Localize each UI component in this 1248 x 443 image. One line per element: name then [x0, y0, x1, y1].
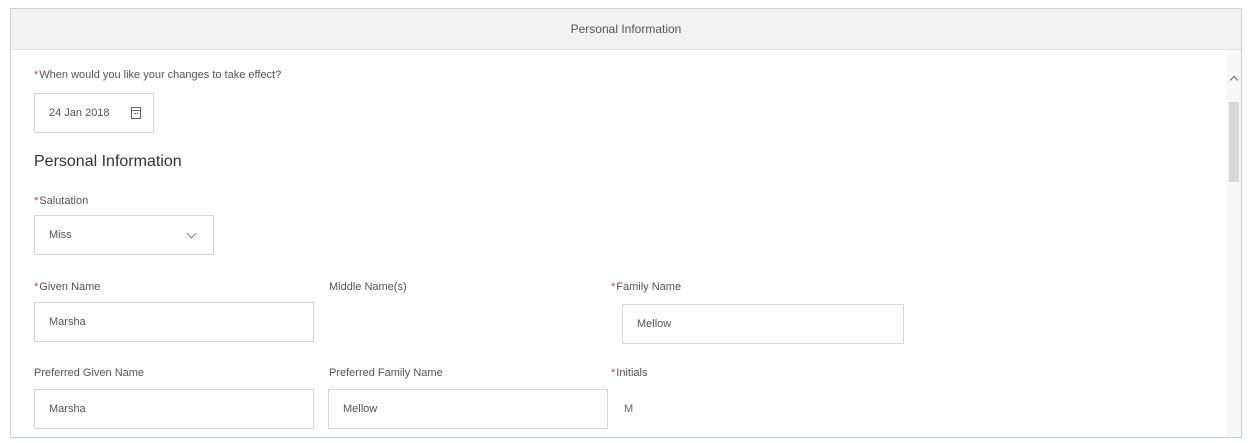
given-name-label: *Given Name: [34, 281, 101, 293]
calendar-icon[interactable]: [131, 107, 141, 119]
salutation-value: Miss: [49, 229, 72, 241]
preferred-given-name-value: Marsha: [49, 403, 86, 415]
preferred-given-name-label: Preferred Given Name: [34, 367, 145, 379]
preferred-family-name-label: Preferred Family Name: [329, 367, 443, 379]
family-name-value: Mellow: [637, 318, 672, 330]
vertical-scrollbar[interactable]: [1227, 50, 1241, 437]
salutation-label: *Salutation: [34, 195, 89, 207]
salutation-select[interactable]: Miss: [34, 215, 214, 255]
form-content: *When would you like your changes to tak…: [11, 50, 1227, 437]
middle-names-label: Middle Name(s): [329, 281, 407, 293]
given-name-value: Marsha: [49, 316, 86, 328]
panel-header: Personal Information: [11, 9, 1241, 50]
preferred-family-name-input[interactable]: Mellow: [328, 389, 608, 429]
effective-date-picker[interactable]: 24 Jan 2018: [34, 93, 154, 133]
effective-date-value: 24 Jan 2018: [49, 107, 110, 119]
initials-value: M: [624, 403, 634, 415]
required-marker: *: [34, 69, 39, 81]
effective-date-label: *When would you like your changes to tak…: [34, 69, 282, 81]
required-marker: *: [611, 281, 616, 293]
panel-title: Personal Information: [570, 22, 682, 36]
section-title: Personal Information: [34, 153, 182, 170]
chevron-down-icon: [186, 228, 197, 239]
required-marker: *: [34, 195, 39, 207]
preferred-family-name-value: Mellow: [343, 403, 378, 415]
family-name-input[interactable]: Mellow: [622, 304, 904, 344]
personal-information-panel: Personal Information *When would you lik…: [10, 8, 1242, 438]
family-name-label: *Family Name: [611, 281, 682, 293]
initials-label: *Initials: [611, 367, 648, 379]
given-name-input[interactable]: Marsha: [34, 302, 314, 342]
preferred-given-name-input[interactable]: Marsha: [34, 389, 314, 429]
scroll-thumb[interactable]: [1229, 102, 1239, 182]
required-marker: *: [34, 281, 39, 293]
required-marker: *: [611, 367, 616, 379]
scroll-up-icon[interactable]: [1229, 75, 1239, 85]
